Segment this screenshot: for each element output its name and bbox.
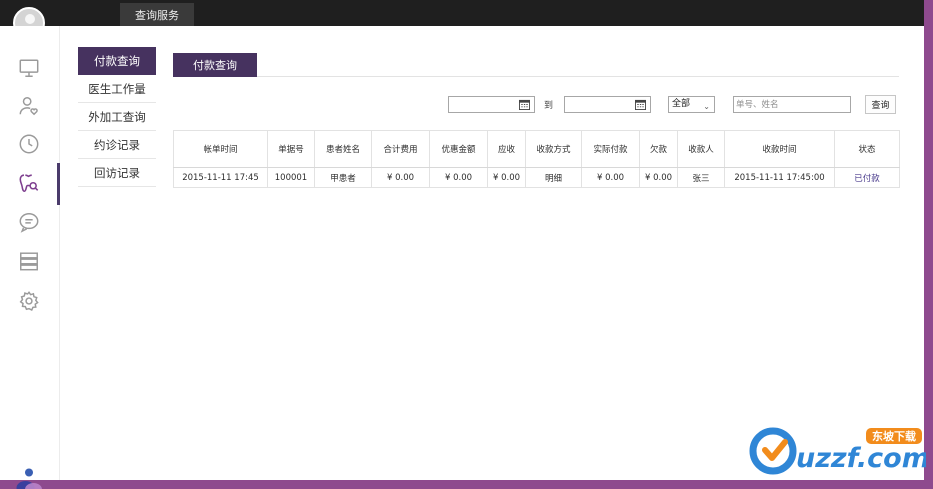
table-cell: 甲患者 bbox=[314, 167, 372, 188]
table-cell: 2015-11-11 17:45 bbox=[173, 167, 268, 188]
status-badge: 已付款 bbox=[834, 167, 900, 188]
watermark-text: uzzf.com bbox=[796, 443, 926, 474]
table-cell: 2015-11-11 17:45:00 bbox=[724, 167, 835, 188]
date-range-to-label: 到 bbox=[544, 101, 554, 111]
tab-payment-query[interactable]: 付款查询 bbox=[173, 53, 257, 77]
column-header[interactable]: 帐单时间 bbox=[173, 130, 268, 168]
query-button[interactable]: 查询 bbox=[865, 95, 896, 114]
subnav-item-doctor-workload[interactable]: 医生工作量 bbox=[78, 75, 156, 103]
start-date-field[interactable] bbox=[448, 96, 535, 113]
calendar-icon[interactable] bbox=[519, 99, 530, 110]
end-date-field[interactable] bbox=[564, 96, 651, 113]
rail-active-indicator bbox=[57, 163, 60, 205]
table-header-row: 帐单时间 单据号 患者姓名 合计费用 优惠金额 应收 收款方式 实际付款 欠款 … bbox=[173, 130, 900, 168]
app-window: 查询服务 付款查询 医生工作量 外加工查询 约诊记录 回访记录 付款查询 到 全… bbox=[0, 0, 924, 489]
column-header[interactable]: 收款人 bbox=[677, 130, 725, 168]
subnav-item-follow-up-records[interactable]: 回访记录 bbox=[78, 159, 156, 187]
status-select-value: 全部 bbox=[672, 99, 691, 109]
calendar-icon[interactable] bbox=[635, 99, 646, 110]
chat-icon[interactable] bbox=[16, 209, 42, 235]
column-header[interactable]: 合计费用 bbox=[371, 130, 430, 168]
column-header[interactable]: 状态 bbox=[834, 130, 900, 168]
status-select[interactable]: 全部 ⌄ bbox=[668, 96, 715, 113]
tab-query-service[interactable]: 查询服务 bbox=[120, 3, 194, 26]
app-logo-icon bbox=[16, 468, 42, 489]
clock-icon[interactable] bbox=[16, 131, 42, 157]
column-header[interactable]: 实际付款 bbox=[581, 130, 640, 168]
watermark-badge: 东坡下载 bbox=[872, 429, 916, 443]
payment-table: 帐单时间 单据号 患者姓名 合计费用 优惠金额 应收 收款方式 实际付款 欠款 … bbox=[173, 130, 900, 188]
table-cell: ¥ 0.00 bbox=[487, 167, 526, 188]
top-bar: 查询服务 bbox=[0, 0, 924, 26]
column-header[interactable]: 单据号 bbox=[267, 130, 315, 168]
search-input[interactable] bbox=[733, 96, 851, 113]
column-header[interactable]: 患者姓名 bbox=[314, 130, 372, 168]
chevron-down-icon: ⌄ bbox=[703, 102, 710, 111]
column-header[interactable]: 欠款 bbox=[639, 130, 678, 168]
monitor-icon[interactable] bbox=[16, 55, 42, 81]
table-cell: 100001 bbox=[267, 167, 315, 188]
table-cell: ¥ 0.00 bbox=[371, 167, 430, 188]
table-row[interactable]: 2015-11-11 17:45 100001 甲患者 ¥ 0.00 ¥ 0.0… bbox=[173, 167, 900, 188]
table-cell: ¥ 0.00 bbox=[581, 167, 640, 188]
icon-rail bbox=[0, 26, 60, 489]
archive-icon[interactable] bbox=[16, 248, 42, 274]
column-header[interactable]: 收款方式 bbox=[525, 130, 582, 168]
subnav-item-outsourcing-query[interactable]: 外加工查询 bbox=[78, 103, 156, 131]
table-cell: 张三 bbox=[677, 167, 725, 188]
watermark-logo: 东坡下载 uzzf.com bbox=[749, 427, 926, 475]
tooth-search-icon[interactable] bbox=[16, 170, 42, 196]
subnav-item-appointment-records[interactable]: 约诊记录 bbox=[78, 131, 156, 159]
main-content: 付款查询 bbox=[173, 53, 899, 77]
sub-navigation: 付款查询 医生工作量 外加工查询 约诊记录 回访记录 bbox=[78, 47, 156, 187]
user-heart-icon[interactable] bbox=[16, 93, 42, 119]
column-header[interactable]: 优惠金额 bbox=[429, 130, 488, 168]
column-header[interactable]: 收款时间 bbox=[724, 130, 835, 168]
subnav-item-payment-query[interactable]: 付款查询 bbox=[78, 47, 156, 75]
page-tabs: 付款查询 bbox=[173, 53, 899, 77]
gear-icon[interactable] bbox=[16, 288, 42, 314]
table-cell: ¥ 0.00 bbox=[639, 167, 678, 188]
detail-link[interactable]: 明细 bbox=[525, 167, 582, 188]
table-cell: ¥ 0.00 bbox=[429, 167, 488, 188]
column-header[interactable]: 应收 bbox=[487, 130, 526, 168]
